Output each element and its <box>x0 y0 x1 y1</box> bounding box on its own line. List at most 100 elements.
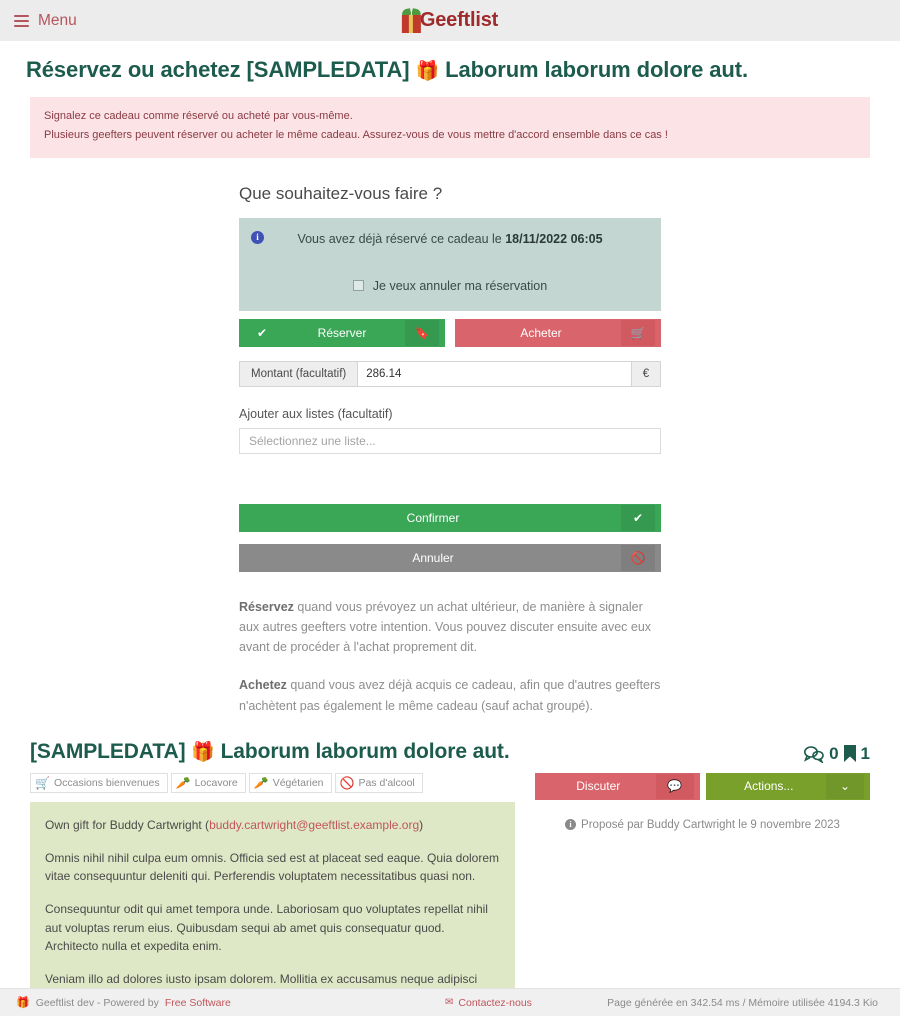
gift-icon: 🎁 <box>191 741 215 763</box>
comments-icon <box>804 745 824 763</box>
reserve-button[interactable]: ✔ Réserver 🔖 <box>239 318 445 347</box>
amount-input[interactable] <box>358 361 631 386</box>
footer-left-text: Geeftlist dev - Powered by <box>35 996 159 1009</box>
list-select-placeholder: Sélectionnez une liste... <box>249 433 376 448</box>
carrot-icon: 🥕 <box>253 775 269 790</box>
cancel-reservation-label: Je veux annuler ma réservation <box>372 278 548 293</box>
help-reserve-text: quand vous prévoyez un achat ultérieur, … <box>239 599 652 655</box>
contact-link[interactable]: Contactez-nous <box>458 997 532 1009</box>
gift-tag[interactable]: 🛒 Occasions bienvenues <box>30 772 168 793</box>
detail-right-column: Discuter 💬 Actions... ⌄ i Proposé par Bu… <box>535 772 870 1016</box>
comments-icon: 💬 <box>655 773 694 799</box>
help-paragraph-buy: Achetez quand vous avez déjà acquis ce c… <box>239 675 661 716</box>
chevron-down-icon: ⌄ <box>826 773 864 799</box>
discuss-button[interactable]: Discuter 💬 <box>535 772 700 800</box>
owner-line-prefix: Own gift for Buddy Cartwright ( <box>45 817 210 832</box>
gift-title-suffix: Laborum laborum dolore aut. <box>220 739 510 763</box>
amount-label: Montant (facultatif) <box>240 361 359 386</box>
lists-field-label: Ajouter aux listes (facultatif) <box>239 406 393 421</box>
info-icon: i <box>251 230 264 244</box>
gift-title: [SAMPLEDATA] 🎁 Laborum laborum dolore au… <box>30 740 510 764</box>
cancel-button-label: Annuler <box>412 550 454 565</box>
reservation-info-box: i Vous avez déjà réservé ce cadeau le 18… <box>239 217 661 311</box>
info-icon: i <box>565 819 577 831</box>
buy-button-label: Acheter <box>520 325 562 340</box>
gift-tag[interactable]: 🥕 Végétarien <box>248 772 332 793</box>
alert-line-1: Signalez ce cadeau comme réservé ou ache… <box>44 110 353 122</box>
gift-title-prefix: [SAMPLEDATA] <box>30 739 186 763</box>
discuss-button-label: Discuter <box>576 779 621 794</box>
footer-stats: Page générée en 342.54 ms / Mémoire util… <box>607 996 878 1009</box>
gift-tag-label: Occasions bienvenues <box>53 776 160 789</box>
currency-symbol: € <box>631 361 660 386</box>
brand-name: Geeftlist <box>419 9 499 31</box>
cancel-reservation-row[interactable]: Je veux annuler ma réservation <box>249 279 651 293</box>
no-alcohol-icon: 🚫 <box>339 775 355 790</box>
bookmark-icon: 🔖 <box>405 319 439 346</box>
reservation-info-text: Vous avez déjà réservé ce cadeau le 18/1… <box>249 232 651 246</box>
owner-email-link[interactable]: buddy.cartwright@geeftlist.example.org <box>209 818 419 832</box>
page-footer: 🎁 Geeftlist dev - Powered by Free Softwa… <box>0 988 900 1016</box>
gift-tag[interactable]: 🚫 Pas d'alcool <box>334 772 423 793</box>
proposed-by-note: i Proposé par Buddy Cartwright le 9 nove… <box>535 819 870 831</box>
gift-description: Own gift for Buddy Cartwright (buddy.car… <box>30 801 515 1016</box>
gift-detail-header: [SAMPLEDATA] 🎁 Laborum laborum dolore au… <box>30 740 870 764</box>
page-title-prefix: Réservez ou achetez [SAMPLEDATA] <box>26 57 410 82</box>
warning-alert: Signalez ce cadeau comme réservé ou ache… <box>30 97 870 158</box>
help-buy-keyword: Achetez <box>239 678 287 693</box>
check-icon: ✔ <box>621 504 655 531</box>
recycle-cart-icon: 🛒 <box>35 775 50 790</box>
detail-action-buttons: Discuter 💬 Actions... ⌄ <box>535 772 870 800</box>
page-title-suffix: Laborum laborum dolore aut. <box>445 57 748 82</box>
detail-left-column: 🛒 Occasions bienvenues 🥕 Locavore 🥕 Végé… <box>30 772 515 1016</box>
top-navbar: Menu Geeftlist <box>0 0 900 41</box>
help-reserve-keyword: Réservez <box>239 599 294 614</box>
bookmark-icon <box>843 745 856 763</box>
amount-input-group: Montant (facultatif) € <box>239 360 661 387</box>
owner-line-suffix: ) <box>419 817 424 832</box>
reservation-date: 18/11/2022 06:05 <box>505 231 603 246</box>
choice-button-row: ✔ Réserver 🔖 Acheter 🛒 <box>239 318 661 347</box>
brand-logo[interactable]: Geeftlist <box>401 7 499 33</box>
mail-icon: ✉ <box>445 997 454 1008</box>
cancel-reservation-checkbox[interactable] <box>352 280 364 291</box>
cart-icon: 🛒 <box>621 319 655 346</box>
confirm-button-label: Confirmer <box>406 510 460 525</box>
help-paragraph-reserve: Réservez quand vous prévoyez un achat ul… <box>239 597 661 658</box>
gift-icon: 🎁 <box>415 61 440 82</box>
alert-line-2: Plusieurs geefters peuvent réserver ou a… <box>44 129 668 142</box>
footer-left: 🎁 Geeftlist dev - Powered by Free Softwa… <box>16 996 231 1010</box>
page-title: Réservez ou achetez [SAMPLEDATA] 🎁 Labor… <box>26 57 900 83</box>
free-software-link[interactable]: Free Software <box>165 997 231 1009</box>
footer-contact[interactable]: ✉ Contactez-nous <box>445 997 532 1009</box>
menu-button[interactable]: Menu <box>14 12 77 30</box>
description-paragraph: Omnis nihil nihil culpa eum omnis. Offic… <box>45 850 500 884</box>
menu-label: Menu <box>38 11 77 29</box>
comment-count: 0 <box>829 743 839 763</box>
actions-button-label: Actions... <box>744 779 794 794</box>
gift-icon: 🎁 <box>16 997 30 1009</box>
help-buy-text: quand vous avez déjà acquis ce cadeau, a… <box>239 678 661 713</box>
reserve-button-label: Réserver <box>317 325 367 340</box>
gift-tag-list: 🛒 Occasions bienvenues 🥕 Locavore 🥕 Végé… <box>30 772 515 793</box>
hamburger-icon <box>14 14 29 27</box>
form-question: Que souhaitez-vous faire ? <box>239 183 443 203</box>
gift-counters: 0 1 <box>803 740 870 764</box>
info-text-lead: Vous avez déjà réservé ce cadeau le <box>297 231 502 246</box>
gift-tag-label: Pas d'alcool <box>358 776 415 789</box>
local-produce-icon: 🥕 <box>175 775 191 790</box>
gift-tag-label: Locavore <box>194 776 238 789</box>
check-icon: ✔ <box>256 325 268 340</box>
gift-tag[interactable]: 🥕 Locavore <box>170 772 246 793</box>
description-paragraph: Consequuntur odit qui amet tempora unde.… <box>45 902 488 953</box>
reservation-form: Que souhaitez-vous faire ? i Vous avez d… <box>239 184 661 716</box>
gift-tag-label: Végétarien <box>272 776 324 789</box>
buy-button[interactable]: Acheter 🛒 <box>455 318 661 347</box>
proposed-by-text: Proposé par Buddy Cartwright le 9 novemb… <box>581 818 840 831</box>
confirm-button[interactable]: Confirmer ✔ <box>239 503 661 532</box>
gift-owner-line: Own gift for Buddy Cartwright (buddy.car… <box>45 816 500 834</box>
actions-button[interactable]: Actions... ⌄ <box>705 772 870 800</box>
list-select[interactable]: Sélectionnez une liste... <box>239 427 661 454</box>
gift-detail-section: [SAMPLEDATA] 🎁 Laborum laborum dolore au… <box>0 740 900 1016</box>
cancel-button[interactable]: Annuler 🚫 <box>239 543 661 572</box>
